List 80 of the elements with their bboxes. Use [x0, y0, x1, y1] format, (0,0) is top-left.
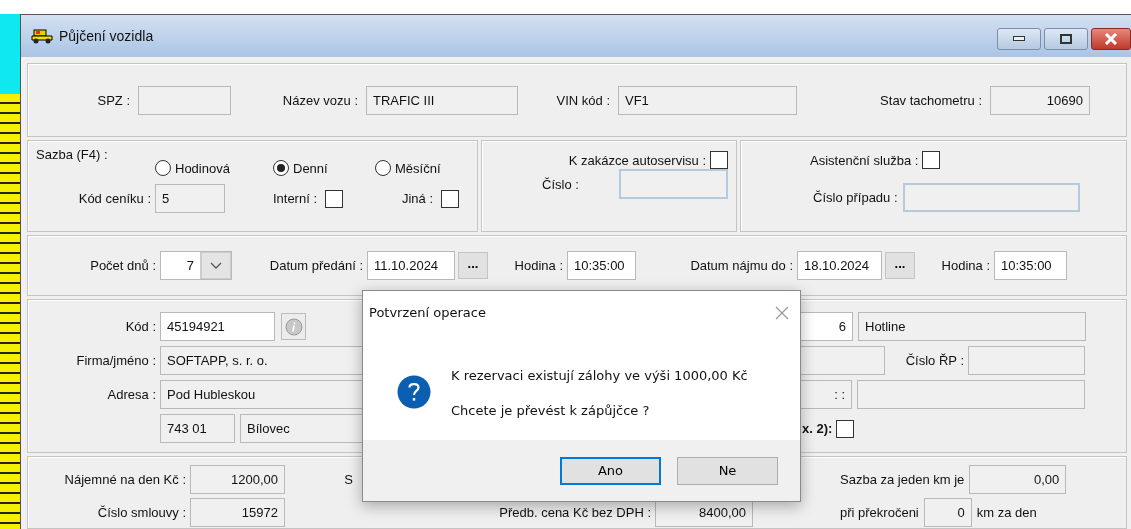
- handover-time-label: Hodina :: [513, 258, 564, 273]
- maximize-icon: [1060, 34, 1072, 44]
- spz-field[interactable]: [138, 85, 231, 115]
- code-label: Kód :: [124, 319, 157, 334]
- order-number-label: Číslo :: [542, 176, 579, 192]
- contract-number-label: Číslo smlouvy :: [96, 505, 187, 520]
- spz-label: SPZ :: [96, 92, 131, 108]
- other-checkbox[interactable]: [441, 189, 459, 208]
- company-label: Firma/jméno :: [75, 353, 157, 368]
- radio-button[interactable]: [375, 160, 391, 176]
- daily-rate-label: Nájemné na den Kč :: [63, 472, 187, 487]
- service-order-label: K zakázce autoservisu :: [568, 152, 706, 168]
- registration-field[interactable]: [968, 346, 1085, 375]
- estimate-label: Předb. cena Kč bez DPH :: [498, 505, 652, 520]
- order-number-field[interactable]: [619, 169, 728, 199]
- internal-label: Interní :: [271, 191, 318, 206]
- over-limit-label: při překročeni: [840, 505, 919, 520]
- input-field[interactable]: [857, 380, 1085, 409]
- question-icon: [397, 375, 431, 409]
- dialog-title: Potvrzení operace: [369, 304, 486, 320]
- radio-label: Hodinová: [175, 160, 230, 176]
- assistance-label: Asistenční služba :: [810, 152, 919, 168]
- handover-time-field[interactable]: 10:35:00: [567, 251, 636, 280]
- handover-date-field[interactable]: 11.10.2024: [367, 251, 455, 280]
- address-label: Adresa :: [106, 387, 157, 402]
- dialog-button[interactable]: Ne: [677, 456, 778, 485]
- return-date-label: Datum nájmu do :: [689, 258, 794, 273]
- other-label: Jiná :: [400, 191, 434, 206]
- date-picker-button[interactable]: ...: [458, 252, 488, 279]
- input-field[interactable]: 6: [799, 312, 853, 341]
- contract-number-field[interactable]: 15972: [190, 498, 285, 527]
- days-label: Počet dnů :: [89, 258, 157, 273]
- price-list-label: Kód ceníku :: [77, 191, 152, 206]
- zip-field[interactable]: 743 01: [160, 414, 235, 443]
- close-icon[interactable]: [775, 306, 789, 320]
- km-rate-label: Sazba za jeden km je: [840, 472, 965, 487]
- chevron-down-icon: [210, 261, 222, 270]
- radio-button[interactable]: [273, 160, 289, 176]
- days-combo[interactable]: 7: [160, 251, 232, 280]
- dialog-button[interactable]: Ano: [560, 456, 661, 485]
- over-km-field[interactable]: 0: [923, 498, 972, 527]
- code-field[interactable]: 45194921: [160, 312, 275, 341]
- checkbox-label: x. 2):: [802, 421, 833, 436]
- case-number-label: Číslo případu :: [813, 190, 898, 205]
- price-list-field[interactable]: 5: [155, 184, 225, 213]
- car-icon: [31, 28, 53, 44]
- close-icon: [1104, 33, 1118, 45]
- window-title: Půjčení vozidla: [59, 28, 154, 44]
- field-label: S: [343, 472, 354, 487]
- dialog-message: K rezervaci existují zálohy ve výši 1000,00 Kč: [451, 368, 748, 383]
- daily-rate-field[interactable]: 1200,00: [190, 465, 285, 494]
- handover-date-label: Datum předání :: [268, 258, 364, 273]
- odometer-field[interactable]: 10690: [990, 85, 1090, 115]
- maximize-button[interactable]: [1044, 28, 1088, 50]
- vehicle-name-label: Název vozu :: [281, 92, 359, 108]
- info-icon: [284, 317, 303, 336]
- return-time-field[interactable]: 10:35:00: [994, 251, 1067, 280]
- registration-label: Číslo ŘP :: [904, 353, 965, 368]
- minimize-button[interactable]: [997, 28, 1041, 50]
- radio-label: Denní: [293, 160, 328, 176]
- assistance-checkbox[interactable]: [922, 151, 941, 169]
- close-button[interactable]: [1091, 28, 1131, 50]
- vin-field[interactable]: VF1: [618, 85, 797, 115]
- internal-checkbox[interactable]: [325, 189, 343, 208]
- date-picker-button[interactable]: ...: [885, 252, 915, 279]
- checkbox[interactable]: [836, 419, 855, 438]
- vehicle-name-field[interactable]: TRAFIC III: [366, 85, 518, 115]
- return-date-field[interactable]: 18.10.2024: [797, 251, 882, 280]
- rate-label: Sazba (F4) :: [36, 147, 108, 162]
- radio-label: Měsíční: [395, 160, 441, 176]
- radio-button[interactable]: [155, 160, 171, 176]
- vin-label: VIN kód :: [555, 92, 611, 108]
- contact-field[interactable]: Hotline: [858, 312, 1086, 341]
- return-time-label: Hodina :: [940, 258, 991, 273]
- minimize-icon: [1013, 36, 1025, 42]
- case-number-field[interactable]: [902, 183, 1080, 212]
- km-per-day-label: km za den: [976, 505, 1037, 520]
- km-rate-field[interactable]: 0,00: [969, 465, 1067, 494]
- service-order-checkbox[interactable]: [710, 151, 728, 169]
- odometer-label: Stav tachometru :: [879, 92, 983, 108]
